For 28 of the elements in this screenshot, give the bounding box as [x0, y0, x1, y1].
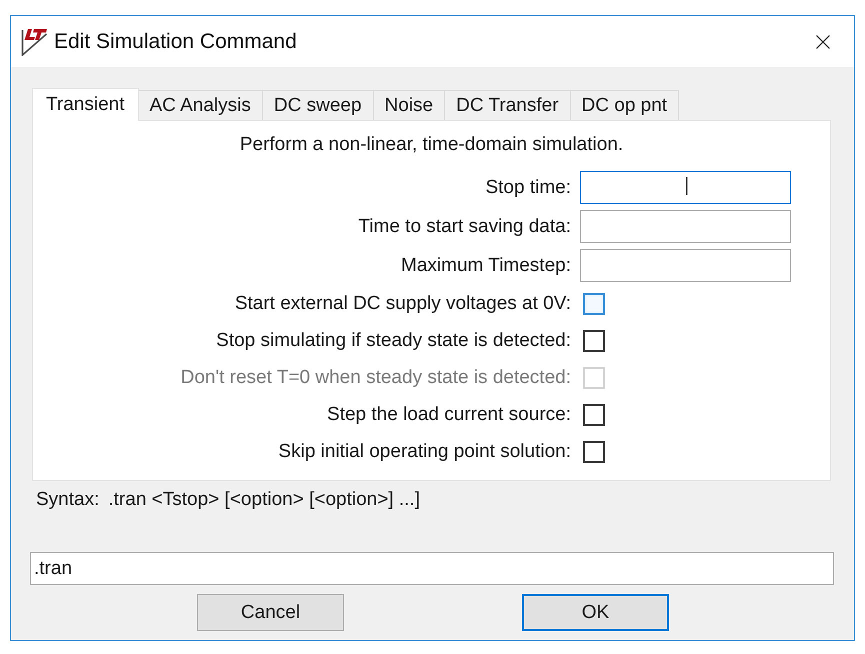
field-label: Stop time: — [484, 176, 571, 198]
syntax-text: .tran <Tstop> [<option> [<option>] ...] — [108, 489, 420, 511]
checkbox[interactable] — [583, 293, 605, 315]
option-label: Start external DC supply voltages at 0V: — [234, 293, 571, 315]
ok-button[interactable]: OK — [522, 594, 669, 631]
logo-icon — [20, 28, 48, 56]
option-label: Stop simulating if steady state is detected: — [215, 330, 571, 352]
checkbox[interactable] — [583, 441, 605, 463]
input-field[interactable] — [580, 210, 791, 243]
tab[interactable]: DC op pnt — [570, 90, 680, 120]
syntax-label: Syntax: — [36, 489, 100, 511]
window-title: Edit Simulation Command — [54, 30, 298, 54]
close-button[interactable] — [816, 34, 830, 48]
option-label: Don't reset T=0 when steady state is detected: — [180, 367, 571, 389]
checkbox[interactable] — [583, 404, 605, 426]
field-label: Maximum Timestep: — [400, 254, 571, 276]
command-field[interactable]: .tran — [30, 552, 834, 585]
field-label: Time to start saving data: — [357, 216, 571, 238]
close-icon — [816, 34, 830, 48]
cancel-button[interactable]: Cancel — [197, 594, 344, 631]
text-cursor-icon — [686, 177, 688, 195]
checkbox[interactable] — [583, 330, 605, 352]
tab[interactable]: Transient — [32, 88, 138, 121]
input-field[interactable] — [580, 249, 791, 282]
description-text: Perform a non-linear, time-domain simulation. — [238, 134, 624, 156]
option-label: Skip initial operating point solution: — [277, 441, 571, 463]
input-field[interactable] — [580, 171, 791, 204]
option-label: Step the load current source: — [326, 404, 571, 426]
